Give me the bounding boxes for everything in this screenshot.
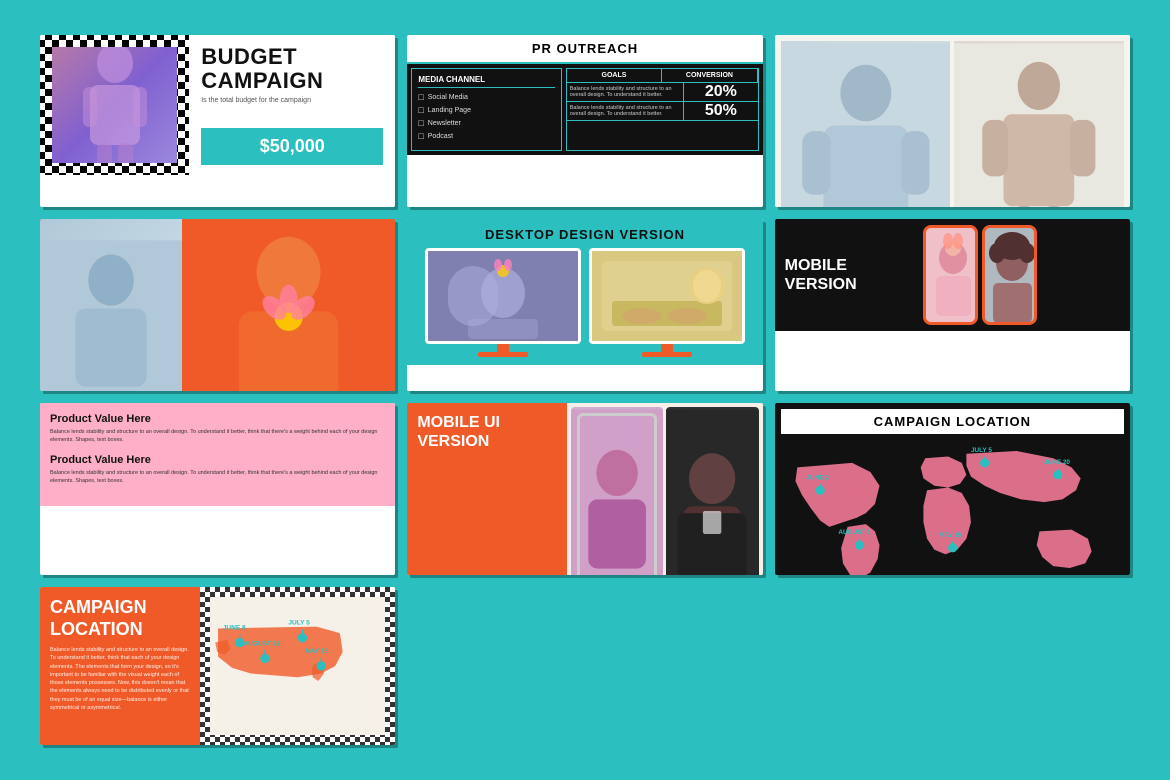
slide-budget-campaign: BUDGET CAMPAIGN Is the total budget for … bbox=[40, 35, 395, 207]
slide6-phone-2 bbox=[982, 225, 1037, 325]
slide1-image-panel bbox=[40, 35, 189, 175]
slide1-subtitle: Is the total budget for the campaign bbox=[201, 97, 383, 104]
slide3-photos bbox=[775, 35, 1130, 207]
slide-mobile-version: MOBILE VERSION bbox=[775, 219, 1130, 391]
svg-text:AUGUST 1: AUGUST 1 bbox=[838, 529, 871, 536]
slide7-product2-title: Product Value Here bbox=[50, 454, 385, 466]
slide2-conversion-label: CONVERSION bbox=[662, 69, 757, 83]
slide9-map-area: JUNE 8 JULY 5 AUGUST 12 MAY 15 bbox=[200, 587, 395, 745]
slide7-person-dark bbox=[666, 407, 758, 575]
slide1-title: BUDGET CAMPAIGN bbox=[201, 45, 383, 93]
slide1-amount: $50,000 bbox=[201, 128, 383, 165]
slide5-neck-2 bbox=[661, 344, 673, 352]
slide3-photo-left bbox=[781, 41, 951, 207]
slide-campaign-concept: CAMPAIGN CONCEPT Balance lends stability… bbox=[40, 219, 395, 391]
slide6-phone-1 bbox=[923, 225, 978, 325]
slide5-monitor-2-frame bbox=[589, 248, 745, 344]
presentation-grid: BUDGET CAMPAIGN Is the total budget for … bbox=[30, 25, 1140, 755]
slide5-neck-1 bbox=[497, 344, 509, 352]
slide-pr-outreach: PR OUTREACH MEDIA CHANNEL Social Media L… bbox=[407, 35, 762, 207]
slide2-media-channel: MEDIA CHANNEL Social Media Landing Page … bbox=[411, 68, 561, 151]
slide6-text: MOBILE VERSION bbox=[775, 246, 917, 304]
slide1-content: BUDGET CAMPAIGN Is the total budget for … bbox=[189, 35, 395, 175]
slide2-row1: Balance lends stability and structure to… bbox=[567, 83, 758, 102]
slide4-top-row bbox=[40, 219, 395, 391]
slide2-row2-pct: 50% bbox=[684, 102, 758, 120]
slide5-stand-1 bbox=[478, 344, 528, 357]
slide2-media-label: MEDIA CHANNEL bbox=[418, 75, 554, 88]
slide2-header: PR OUTREACH bbox=[407, 35, 762, 64]
slide2-item-social: Social Media bbox=[418, 92, 554, 102]
slide9-text: CAMPAIGN LOCATION Balance lends stabilit… bbox=[40, 587, 200, 745]
slide2-row1-text: Balance lends stability and structure to… bbox=[567, 83, 684, 101]
svg-text:JUNE 2: JUNE 2 bbox=[806, 474, 829, 481]
svg-text:JUNE 20: JUNE 20 bbox=[1044, 459, 1070, 466]
slide7-title: MOBILE UI VERSION bbox=[417, 413, 557, 451]
slide5-monitors bbox=[415, 248, 754, 357]
svg-text:MAY 15: MAY 15 bbox=[305, 648, 328, 655]
slide6-title: MOBILE VERSION bbox=[785, 256, 907, 294]
slide7-product1-text: Balance lends stability and structure to… bbox=[50, 429, 385, 444]
slide2-row1-pct: 20% bbox=[684, 83, 758, 101]
slide5-base-1 bbox=[478, 352, 528, 357]
slide-campaign-location-center: CAMPAIGN LOCATION bbox=[775, 403, 1130, 575]
svg-text:MAY 15: MAY 15 bbox=[939, 532, 962, 539]
slide5-monitor-1 bbox=[425, 248, 581, 357]
slide7-tablet bbox=[571, 407, 663, 575]
slide-product-value: Product Value Here Balance lends stabili… bbox=[40, 403, 395, 575]
slide-concept-portfolio: CONCEPT PORTOFOLIO bbox=[775, 35, 1130, 207]
svg-text:JULY 5: JULY 5 bbox=[288, 620, 310, 627]
slide-mobile-ui-version: MOBILE UI VERSION bbox=[407, 403, 762, 575]
slide3-photo-right bbox=[954, 41, 1124, 207]
slide5-monitor-2 bbox=[589, 248, 745, 357]
slide9-title: CAMPAIGN LOCATION bbox=[50, 597, 190, 640]
svg-text:JUNE 8: JUNE 8 bbox=[223, 624, 246, 631]
slide5-monitor-1-frame bbox=[425, 248, 581, 344]
svg-text:AUGUST 12: AUGUST 12 bbox=[243, 640, 280, 647]
slide7-product1: Product Value Here Balance lends stabili… bbox=[50, 413, 385, 454]
slide4-image-right bbox=[182, 219, 395, 391]
slide-campaign-location-right: CAMPAIGN LOCATION Balance lends stabilit… bbox=[40, 587, 395, 745]
slide7-product2-text: Balance lends stability and structure to… bbox=[50, 470, 385, 485]
slide-desktop-design: DESKTOP DESIGN VERSION bbox=[407, 219, 762, 391]
slide5-base-2 bbox=[642, 352, 692, 357]
slide5-screen-1 bbox=[428, 251, 578, 341]
slide2-item-podcast: Podcast bbox=[418, 131, 554, 141]
slide2-row2: Balance lends stability and structure to… bbox=[567, 102, 758, 121]
slide5-stand-2 bbox=[642, 344, 692, 357]
slide7-left: MOBILE UI VERSION bbox=[407, 403, 567, 575]
slide2-item-landing: Landing Page bbox=[418, 105, 554, 115]
slide7-tablet-outline bbox=[577, 413, 657, 575]
slide8-header: CAMPAIGN LOCATION bbox=[779, 407, 1126, 436]
slide7-product2: Product Value Here Balance lends stabili… bbox=[50, 454, 385, 495]
slide7-images bbox=[567, 403, 762, 575]
slide2-content: MEDIA CHANNEL Social Media Landing Page … bbox=[407, 64, 762, 155]
svg-text:JULY 5: JULY 5 bbox=[971, 447, 992, 454]
slide7-product1-title: Product Value Here bbox=[50, 413, 385, 425]
slide2-goals: GOALS CONVERSION Balance lends stability… bbox=[566, 68, 759, 151]
slide2-row2-text: Balance lends stability and structure to… bbox=[567, 102, 684, 120]
slide5-title: DESKTOP DESIGN VERSION bbox=[485, 227, 685, 242]
slide2-item-newsletter: Newsletter bbox=[418, 118, 554, 128]
slide4-image-left bbox=[40, 219, 182, 391]
slide2-goals-label: GOALS bbox=[567, 69, 662, 83]
slide8-map: JUNE 2 JULY 5 JUNE 20 AUGUST 1 bbox=[779, 440, 1126, 575]
slide9-body: Balance lends stability and structure to… bbox=[50, 646, 190, 712]
slide5-screen-2 bbox=[592, 251, 742, 341]
slide6-phones bbox=[917, 219, 1130, 331]
